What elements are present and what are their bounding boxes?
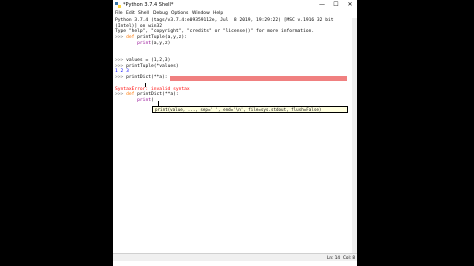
title-bar[interactable]: *Python 3.7.4 Shell* — ☐ ✕ [113,0,357,10]
code-text: printTuple(a,y,z): [134,35,187,41]
code-line: print(a,y,z) [115,41,170,47]
menu-bar: File Edit Shell Debug Options Window Hel… [113,10,357,18]
code-text: (a,y,z) [150,40,171,46]
menu-help[interactable]: Help [213,11,223,17]
python-icon [115,2,121,8]
calltip-tooltip: print(value, ..., sep=' ', end='\n', fil… [152,106,348,113]
vertical-scrollbar[interactable] [352,18,357,253]
code-text: printDict(**a): [134,92,179,98]
menu-debug[interactable]: Debug [153,11,168,17]
window-title: *Python 3.7.4 Shell* [123,2,174,8]
status-column-number: Col: 8 [343,255,356,260]
prompt: >>> [115,92,127,98]
code-text: values = (1,2,3) [126,58,171,63]
menu-shell[interactable]: Shell [138,11,149,17]
menu-window[interactable]: Window [192,11,210,17]
close-button[interactable]: ✕ [343,0,357,10]
code-text: printDict(**a): [126,75,168,81]
code-line: >>> printDict(**a): [115,75,168,81]
minimize-button[interactable]: — [315,0,329,10]
prompt: >>> [115,35,127,41]
status-line-number: Ln: 14 [327,255,341,260]
code-text: printTuple(*values) [126,63,179,69]
builtin: print [137,97,151,103]
code-text: ( [150,97,154,103]
status-bar: Ln: 14 Col: 8 [113,253,357,261]
idle-shell-window: *Python 3.7.4 Shell* — ☐ ✕ File Edit She… [113,0,357,266]
menu-edit[interactable]: Edit [126,11,135,17]
shell-text-area[interactable]: Python 3.7.4 (tags/v3.7.4:e09359112e, Ju… [113,18,357,253]
menu-file[interactable]: File [115,11,123,17]
prompt: >>> [115,63,127,69]
prompt: >>> [115,75,127,81]
error-highlight [170,76,347,81]
builtin: print [137,40,151,46]
menu-options[interactable]: Options [171,11,188,17]
code-line: print( [115,98,154,104]
prompt: >>> [115,58,127,63]
maximize-button[interactable]: ☐ [329,0,343,10]
